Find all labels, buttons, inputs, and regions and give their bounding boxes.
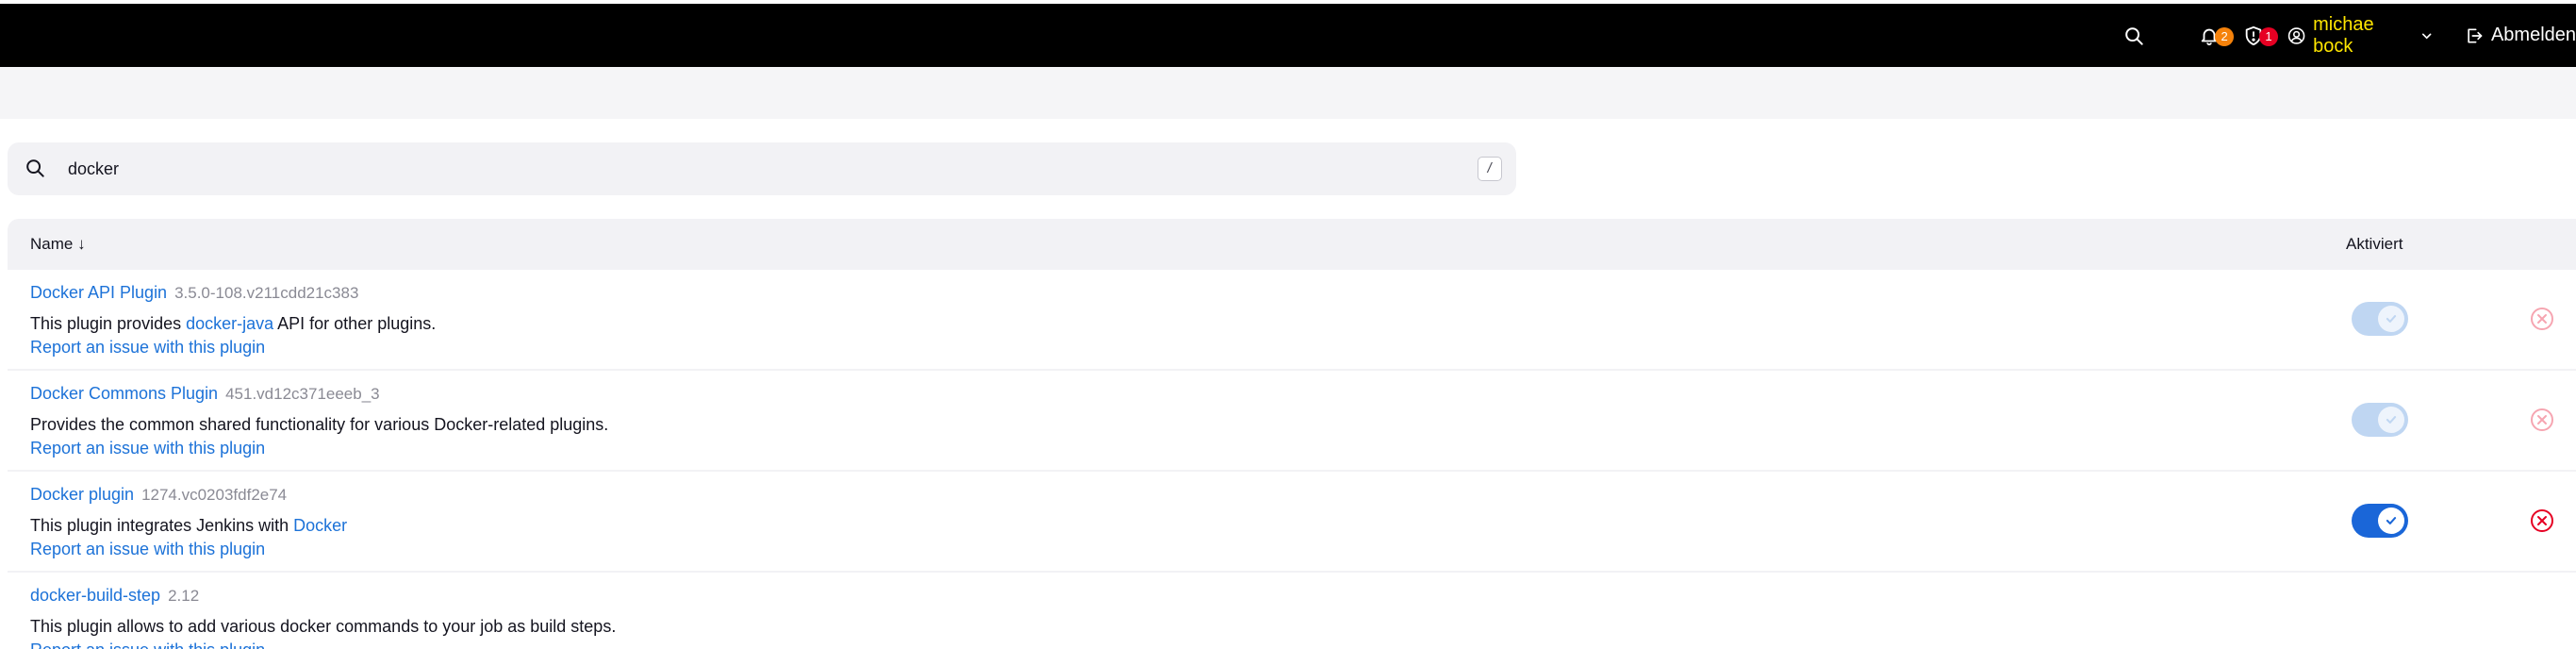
plugin-search: / — [8, 142, 1516, 195]
description-text: This plugin provides — [30, 314, 187, 333]
user-icon — [2287, 26, 2305, 44]
check-icon — [2386, 517, 2397, 524]
enable-toggle[interactable] — [2352, 504, 2408, 538]
plugin-description: This plugin integrates Jenkins with Dock… — [30, 516, 347, 536]
report-issue-link[interactable]: Report an issue with this plugin — [30, 641, 265, 649]
security-button[interactable]: 1 — [2243, 23, 2279, 49]
report-issue-link[interactable]: Report an issue with this plugin — [30, 439, 265, 458]
report-issue-link[interactable]: Report an issue with this plugin — [30, 540, 265, 559]
notifications-button[interactable]: 2 — [2199, 23, 2235, 49]
description-text: This plugin allows to add various docker… — [30, 617, 617, 636]
plugin-description: This plugin provides docker-java API for… — [30, 314, 436, 334]
user-name: michae bock — [2313, 13, 2374, 57]
plugin-version: 1274.vc0203fdf2e74 — [141, 486, 288, 504]
plugin-title: docker-build-step 2.12 — [30, 586, 199, 606]
plugins-table: Name ↓ Aktiviert Docker API Plugin 3.5.0-… — [8, 219, 2576, 649]
header-actions: 2 1 michae bock Abmelden — [2123, 4, 2576, 67]
search-shortcut-hint: / — [1478, 157, 1502, 181]
logout-link[interactable]: Abmelden — [2465, 25, 2576, 46]
enable-toggle[interactable] — [2352, 302, 2408, 336]
notifications-badge: 2 — [2215, 26, 2235, 46]
table-row: Docker API Plugin 3.5.0-108.v211cdd21c383… — [8, 270, 2576, 369]
user-menu[interactable]: michae bock — [2287, 14, 2440, 58]
description-text: Provides the common shared functionality… — [30, 415, 609, 434]
plugin-description: Provides the common shared functionality… — [30, 415, 608, 435]
search-icon[interactable] — [2123, 25, 2145, 47]
plugin-version: 3.5.0-108.v211cdd21c383 — [174, 284, 359, 302]
plugin-description: This plugin allows to add various docker… — [30, 617, 616, 637]
plugin-title: Docker API Plugin 3.5.0-108.v211cdd21c383 — [30, 283, 358, 303]
table-row: Docker plugin 1274.vc0203fdf2e74 This plu… — [8, 472, 2576, 571]
plugin-name-link[interactable]: Docker API Plugin — [30, 283, 167, 302]
uninstall-icon[interactable] — [2530, 307, 2554, 331]
search-icon — [26, 159, 44, 177]
logout-label: Abmelden — [2490, 25, 2576, 45]
plugin-version: 2.12 — [168, 587, 200, 605]
search-input[interactable] — [68, 154, 1426, 184]
table-header: Name ↓ Aktiviert — [8, 219, 2576, 270]
chevron-down-icon — [2421, 32, 2432, 39]
logout-icon — [2468, 28, 2483, 43]
description-text: API for other plugins. — [273, 314, 437, 333]
plugin-name-link[interactable]: docker-build-step — [30, 586, 160, 605]
report-issue-link[interactable]: Report an issue with this plugin — [30, 338, 265, 358]
uninstall-icon[interactable] — [2530, 508, 2554, 533]
enable-toggle[interactable] — [2352, 403, 2408, 437]
table-row: Docker Commons Plugin 451.vd12c371eeeb_3 … — [8, 371, 2576, 470]
description-link[interactable]: docker-java — [186, 314, 273, 333]
plugin-name-link[interactable]: Docker plugin — [30, 485, 134, 504]
description-text: This plugin integrates Jenkins with — [30, 516, 294, 535]
description-link[interactable]: Docker — [293, 516, 347, 535]
plugin-name-link[interactable]: Docker Commons Plugin — [30, 384, 218, 403]
security-badge: 1 — [2259, 26, 2279, 46]
column-header-enabled: Aktiviert — [2346, 235, 2403, 253]
plugin-version: 451.vd12c371eeeb_3 — [225, 385, 380, 403]
uninstall-icon[interactable] — [2530, 408, 2554, 432]
table-row: docker-build-step 2.12 This plugin allows… — [8, 573, 2576, 649]
plugin-title: Docker plugin 1274.vc0203fdf2e74 — [30, 485, 287, 505]
plugin-title: Docker Commons Plugin 451.vd12c371eeeb_3 — [30, 384, 380, 404]
check-icon — [2386, 315, 2397, 323]
top-header: 2 1 michae bock Abmelden — [0, 4, 2576, 67]
check-icon — [2386, 416, 2397, 424]
column-header-name[interactable]: Name ↓ — [30, 235, 86, 254]
app-bar — [0, 67, 2576, 119]
